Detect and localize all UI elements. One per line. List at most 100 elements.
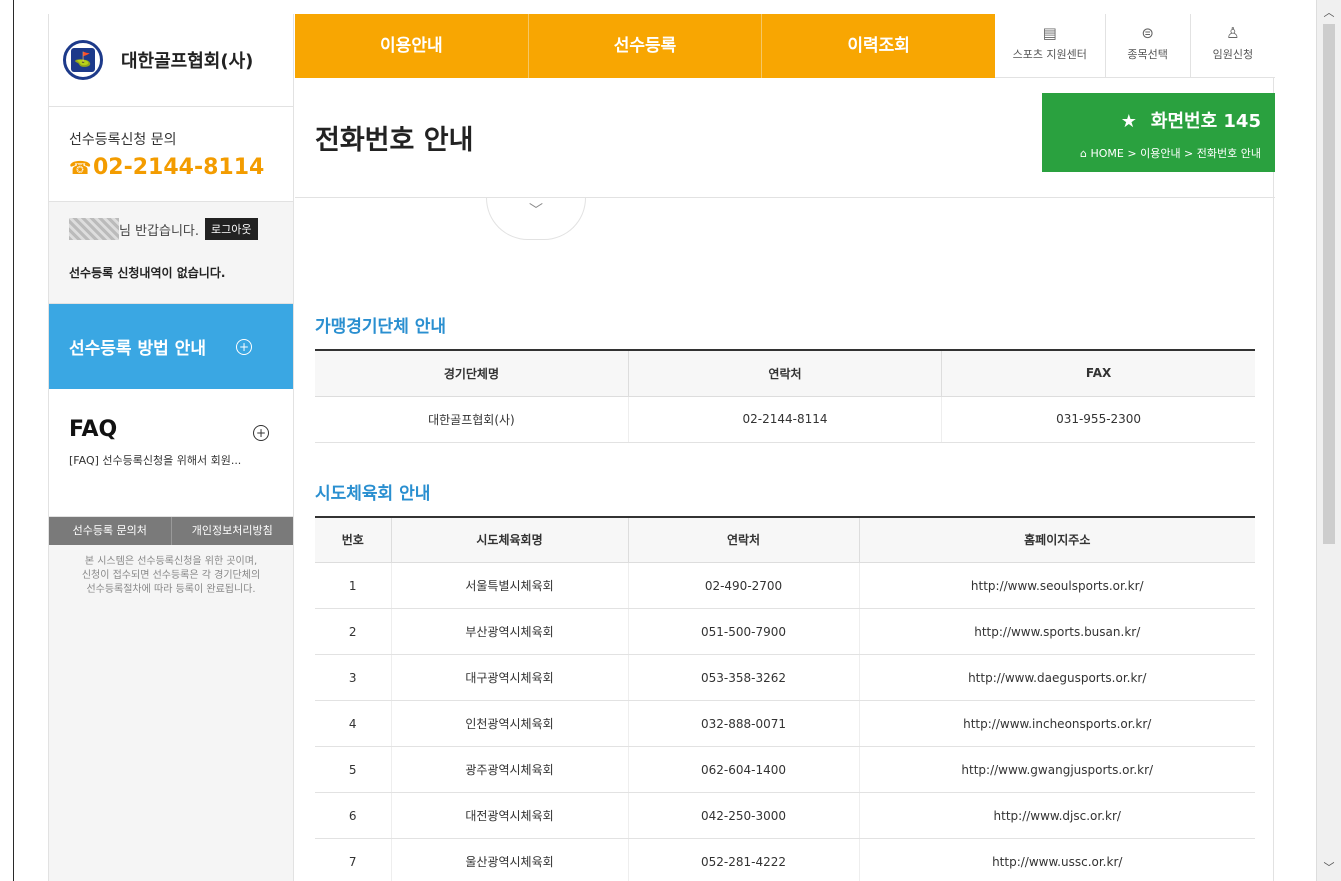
logo-area[interactable]: ⛳ 대한골프협회(사) bbox=[49, 14, 293, 107]
window-frame-left bbox=[0, 0, 14, 881]
vertical-scrollbar[interactable]: ︿ ﹀ bbox=[1316, 0, 1341, 881]
ball-icon: ⊜ bbox=[1141, 24, 1154, 42]
registration-status: 선수등록 신청내역이 없습니다. bbox=[69, 266, 226, 280]
user-box: 님 반갑습니다. 로그아웃 선수등록 신청내역이 없습니다. bbox=[49, 202, 293, 304]
screen-number-label: 화면번호 145 bbox=[1150, 111, 1261, 132]
footer-tab-privacy[interactable]: 개인정보처리방침 bbox=[170, 517, 294, 545]
table-cell: 051-500-7900 bbox=[628, 608, 860, 655]
system-notice-line: 신청이 접수되면 선수등록은 각 경기단체의 bbox=[81, 570, 261, 581]
window-frame-top bbox=[14, 0, 1316, 14]
logout-button[interactable]: 로그아웃 bbox=[205, 218, 258, 240]
utility-nav: ▤ 스포츠 지원센터 ⊜ 종목선택 ♙ 임원신청 bbox=[995, 14, 1275, 78]
logo-text: 대한골프협회(사) bbox=[121, 51, 254, 72]
homepage-link[interactable]: http://www.djsc.or.kr/ bbox=[859, 792, 1255, 839]
section-title-member-organizations: 가맹경기단체 안내 bbox=[315, 317, 447, 337]
registration-method-label: 선수등록 방법 안내 bbox=[69, 339, 206, 359]
table-header: 연락처 bbox=[628, 516, 860, 563]
page-title: 전화번호 안내 bbox=[315, 125, 474, 156]
system-notice: 본 시스템은 선수등록신청을 위한 곳이며, 신청이 접수되면 선수등록은 각 … bbox=[49, 545, 293, 607]
table-header: 연락처 bbox=[628, 350, 943, 397]
main-content: 가맹경기단체 안내 경기단체명 연락처 FAX 대한골프협회(사) 02-214… bbox=[315, 240, 1255, 881]
table-cell: 부산광역시체육회 bbox=[391, 608, 629, 655]
util-officer-apply[interactable]: ♙ 임원신청 bbox=[1189, 14, 1275, 77]
table-header: 시도체육회명 bbox=[391, 516, 629, 563]
table-cell: 울산광역시체육회 bbox=[391, 838, 629, 881]
id-card-icon: ▤ bbox=[1042, 24, 1057, 42]
screen-number-box: ★ 화면번호 145 ⌂ HOME > 이용안내 > 전화번호 안내 bbox=[1042, 93, 1275, 172]
contact-box: 선수등록신청 문의 ☎ 02-2144-8114 bbox=[49, 107, 293, 202]
title-area: 전화번호 안내 ★ 화면번호 145 ⌂ HOME > 이용안내 > 전화번호 안… bbox=[295, 78, 1275, 198]
table-cell: 5 bbox=[315, 746, 392, 793]
masked-username bbox=[69, 218, 119, 240]
scroll-up-icon[interactable]: ︿ bbox=[1317, 4, 1341, 22]
faq-box: FAQ + [FAQ] 선수등록신청을 위해서 회원... bbox=[49, 389, 293, 517]
main-nav: 이용안내 선수등록 이력조회 bbox=[295, 14, 995, 78]
table-cell: 대전광역시체육회 bbox=[391, 792, 629, 839]
table-row: 2 부산광역시체육회 051-500-7900 http://www.sport… bbox=[315, 608, 1255, 655]
table-row: 6 대전광역시체육회 042-250-3000 http://www.djsc.… bbox=[315, 792, 1255, 839]
table-cell: 4 bbox=[315, 700, 392, 747]
person-icon: ♙ bbox=[1226, 24, 1240, 42]
page-container: ⛳ 대한골프협회(사) 선수등록신청 문의 ☎ 02-2144-8114 님 반… bbox=[48, 14, 1275, 881]
registration-method-link[interactable]: 선수등록 방법 안내 + bbox=[49, 304, 293, 389]
member-organizations-table: 경기단체명 연락처 FAX 대한골프협회(사) 02-2144-8114 031… bbox=[315, 349, 1255, 443]
util-sports-center[interactable]: ▤ 스포츠 지원센터 bbox=[995, 14, 1105, 77]
home-icon: ⌂ bbox=[1080, 147, 1087, 160]
scroll-thumb[interactable] bbox=[1323, 24, 1335, 544]
footer-tab-inquiry[interactable]: 선수등록 문의처 bbox=[49, 517, 171, 545]
system-notice-line: 선수등록절차에 따라 등록이 완료됩니다. bbox=[86, 584, 256, 595]
util-event-select[interactable]: ⊜ 종목선택 bbox=[1104, 14, 1190, 77]
faq-item[interactable]: [FAQ] 선수등록신청을 위해서 회원... bbox=[69, 452, 279, 468]
expand-toggle[interactable]: ﹀ bbox=[486, 198, 586, 240]
util-sports-center-label: 스포츠 지원센터 bbox=[1012, 48, 1087, 61]
nav-item-player-registration[interactable]: 선수등록 bbox=[527, 14, 762, 78]
table-cell: 대한골프협회(사) bbox=[315, 396, 629, 443]
sidebar: ⛳ 대한골프협회(사) 선수등록신청 문의 ☎ 02-2144-8114 님 반… bbox=[49, 14, 294, 881]
system-notice-line: 본 시스템은 선수등록신청을 위한 곳이며, bbox=[84, 556, 258, 567]
nav-item-usage-guide[interactable]: 이용안내 bbox=[295, 14, 528, 78]
table-row: 3 대구광역시체육회 053-358-3262 http://www.daegu… bbox=[315, 654, 1255, 701]
homepage-link[interactable]: http://www.incheonsports.or.kr/ bbox=[859, 700, 1255, 747]
table-cell: 02-2144-8114 bbox=[628, 396, 943, 443]
table-cell: 032-888-0071 bbox=[628, 700, 860, 747]
breadcrumb-text[interactable]: HOME > 이용안내 > 전화번호 안내 bbox=[1091, 147, 1262, 160]
homepage-link[interactable]: http://www.ussc.or.kr/ bbox=[859, 838, 1255, 881]
table-row: 4 인천광역시체육회 032-888-0071 http://www.inche… bbox=[315, 700, 1255, 747]
table-header-row: 번호 시도체육회명 연락처 홈페이지주소 bbox=[315, 516, 1255, 563]
table-cell: 광주광역시체육회 bbox=[391, 746, 629, 793]
table-row: 1 서울특별시체육회 02-490-2700 http://www.seouls… bbox=[315, 562, 1255, 609]
star-icon: ★ bbox=[1120, 111, 1137, 132]
table-cell: 031-955-2300 bbox=[941, 396, 1255, 443]
homepage-link[interactable]: http://www.sports.busan.kr/ bbox=[859, 608, 1255, 655]
table-header: FAX bbox=[941, 350, 1255, 397]
provincial-sports-table: 번호 시도체육회명 연락처 홈페이지주소 1 서울특별시체육회 02-490-2… bbox=[315, 515, 1255, 881]
table-cell: 2 bbox=[315, 608, 392, 655]
greeting-text: 님 반갑습니다. bbox=[119, 223, 200, 239]
user-greeting: 님 반갑습니다. 로그아웃 bbox=[69, 218, 293, 240]
nav-item-history[interactable]: 이력조회 bbox=[761, 14, 995, 78]
homepage-link[interactable]: http://www.gwangjusports.or.kr/ bbox=[859, 746, 1255, 793]
table-row: 대한골프협회(사) 02-2144-8114 031-955-2300 bbox=[315, 396, 1255, 443]
table-header-row: 경기단체명 연락처 FAX bbox=[315, 350, 1255, 397]
table-header: 번호 bbox=[315, 516, 392, 563]
contact-phone: ☎ 02-2144-8114 bbox=[69, 155, 293, 180]
table-row: 5 광주광역시체육회 062-604-1400 http://www.gwang… bbox=[315, 746, 1255, 793]
table-cell: 7 bbox=[315, 838, 392, 881]
scroll-down-icon[interactable]: ﹀ bbox=[1317, 859, 1341, 877]
util-officer-apply-label: 임원신청 bbox=[1212, 48, 1254, 61]
table-cell: 062-604-1400 bbox=[628, 746, 860, 793]
homepage-link[interactable]: http://www.seoulsports.or.kr/ bbox=[859, 562, 1255, 609]
homepage-link[interactable]: http://www.daegusports.or.kr/ bbox=[859, 654, 1255, 701]
breadcrumb: ⌂ HOME > 이용안내 > 전화번호 안내 bbox=[1042, 145, 1261, 161]
phone-icon: ☎ bbox=[69, 157, 92, 179]
faq-more-icon[interactable]: + bbox=[253, 425, 269, 441]
sidebar-footer-tabs: 선수등록 문의처 개인정보처리방침 bbox=[49, 517, 293, 545]
table-cell: 053-358-3262 bbox=[628, 654, 860, 701]
table-cell: 대구광역시체육회 bbox=[391, 654, 629, 701]
table-cell: 인천광역시체육회 bbox=[391, 700, 629, 747]
table-cell: 042-250-3000 bbox=[628, 792, 860, 839]
table-header: 홈페이지주소 bbox=[859, 516, 1255, 563]
util-event-select-label: 종목선택 bbox=[1127, 48, 1168, 61]
contact-phone-number: 02-2144-8114 bbox=[93, 155, 265, 180]
table-cell: 3 bbox=[315, 654, 392, 701]
